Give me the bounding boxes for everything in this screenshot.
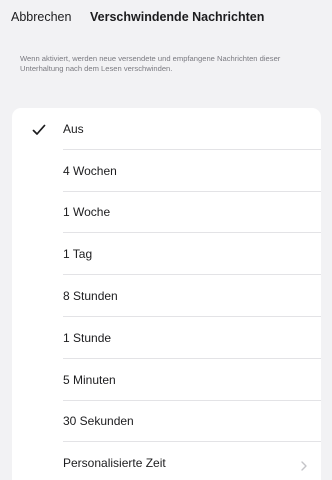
option-1-stunde[interactable]: 1 Stunde (12, 317, 321, 359)
navigation-bar: Abbrechen Verschwindende Nachrichten (0, 0, 332, 36)
option-aus[interactable]: Aus (12, 108, 321, 150)
option-label: 1 Woche (63, 205, 111, 220)
cancel-button[interactable]: Abbrechen (11, 10, 71, 24)
option-label: Personalisierte Zeit (63, 456, 166, 471)
option-label: Aus (63, 121, 84, 136)
options-list: Aus 4 Wochen 1 Woche 1 Tag 8 Stunden 1 S… (12, 108, 321, 480)
option-label: 1 Stunde (63, 330, 112, 345)
option-30-sekunden[interactable]: 30 Sekunden (12, 401, 321, 443)
option-1-tag[interactable]: 1 Tag (12, 233, 321, 275)
option-5-minuten[interactable]: 5 Minuten (12, 359, 321, 401)
option-label: 4 Wochen (63, 163, 117, 178)
option-label: 30 Sekunden (63, 414, 134, 429)
option-label: 8 Stunden (63, 289, 118, 304)
option-4-wochen[interactable]: 4 Wochen (12, 150, 321, 192)
option-personalisierte-zeit[interactable]: Personalisierte Zeit (12, 442, 321, 480)
page-title: Verschwindende Nachrichten (90, 10, 265, 24)
option-label: 1 Tag (63, 247, 93, 262)
option-1-woche[interactable]: 1 Woche (12, 192, 321, 234)
description-text: Wenn aktiviert, werden neue versendete u… (20, 54, 281, 73)
chevron-right-icon (301, 458, 307, 471)
checkmark-icon (32, 123, 46, 135)
option-label: 5 Minuten (63, 372, 116, 387)
option-8-stunden[interactable]: 8 Stunden (12, 275, 321, 317)
